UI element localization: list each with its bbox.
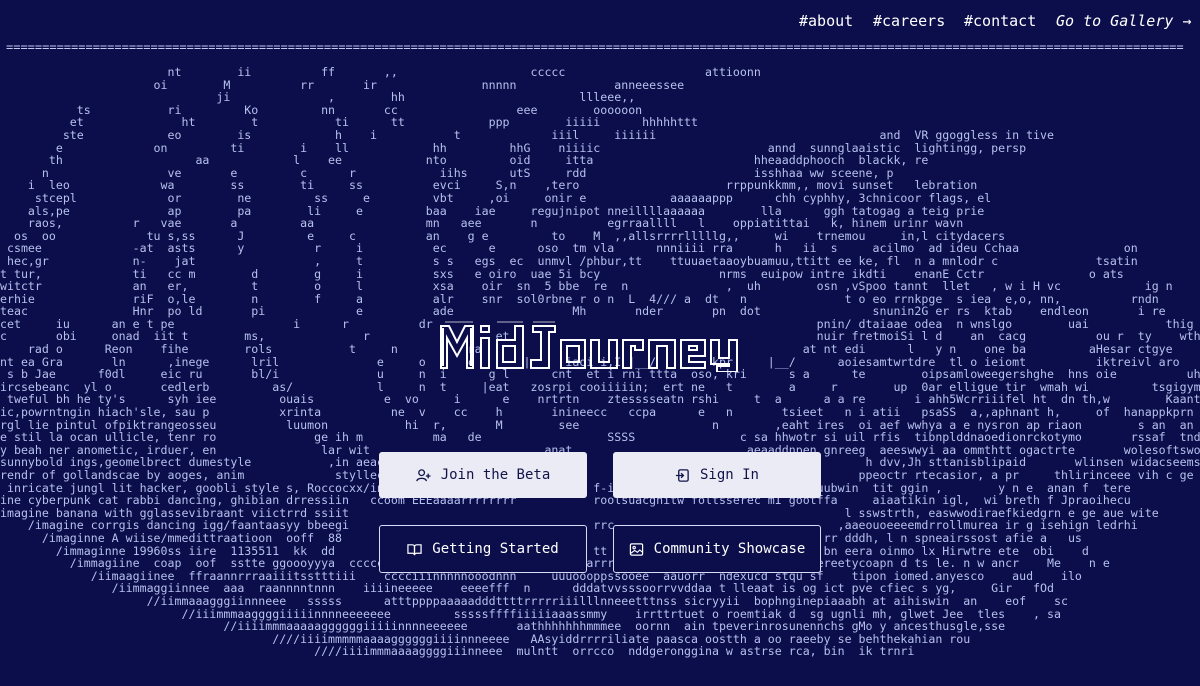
join-beta-button[interactable]: Join the Beta [379,452,587,498]
go-to-gallery-label: Go to Gallery [1056,12,1174,30]
ascii-art-line: ine cyberpunk cat rabbi dancing, ghibian… [0,493,1131,508]
getting-started-label: Getting Started [432,541,559,557]
sign-in-icon [675,468,689,482]
go-to-gallery-link[interactable]: Go to Gallery → [1056,12,1191,30]
sign-in-label: Sign In [699,467,759,483]
ascii-art-line: ji , hh llleee,, [0,90,636,105]
ascii-art-line: nt ii ff ,, ccccc attioonn [0,66,761,79]
getting-started-button[interactable]: Getting Started [379,525,587,573]
ascii-divider: ========================================… [6,41,1184,53]
ascii-art-line: raos, r vae a aa mn aee n egrraallll l o… [0,216,964,231]
ascii-art-line: witctr an er, t o l xsa oir sn 5 bbe re … [0,279,1173,294]
book-open-icon [407,543,422,555]
ascii-art-line: rendr of gollandscae by aoges, anim styl… [0,468,1194,482]
sign-in-button[interactable]: Sign In [613,452,821,498]
ascii-art-background: nt ii ff ,, ccccc attioonn oi M rr ir nn… [0,66,1200,686]
ascii-art-line: hec,gr n- jat , t s s egs ec unmvl /phbu… [0,253,1138,268]
ascii-art-line: //iimmaaagggiinnneee sssss atttppppaaaaa… [0,593,1068,608]
community-showcase-button[interactable]: Community Showcase [613,525,821,573]
ascii-art-line: /immagiine coap oof sstte ggoooyyya cccc… [69,556,1110,571]
midjourney-logo [440,321,738,372]
ascii-art-line: /imaginne A wiise/mmedittraatioon ooff 8… [41,530,1082,545]
nav-careers-link[interactable]: #careers [873,12,945,30]
community-showcase-label: Community Showcase [653,541,806,557]
ascii-art-line: ste eo is h i t iiil iiiiii and VR ggogg… [0,127,1054,142]
ascii-art-line: e stil la ocan ullicle, tenr ro ge ih m … [0,430,1200,445]
ascii-art-line: //iiiimmmaaaaaggggggiiiiinnnneeeeee aath… [0,619,1006,634]
top-nav: #about #careers #contact Go to Gallery → [0,0,1200,42]
nav-contact-link[interactable]: #contact [964,12,1036,30]
ascii-art-line: ////iiiimmmaaaaggggiiinneee mulntt orrcc… [0,644,915,659]
image-icon [629,542,643,556]
ascii-art-line: ic,powrntngin hiach'sle, sau p xrinta ne… [0,405,1200,420]
ascii-art-line: stcepl or ne ss e vbt ,oi onir e aaaaaap… [0,190,992,205]
join-beta-label: Join the Beta [440,467,551,483]
nav-about-link[interactable]: #about [799,12,853,30]
ascii-art-line: teac Hnr po ld pi e ade Mh nder pn dot s… [0,304,1200,319]
ascii-art-line: th aa l ee nto oid itta hheaaddphooch bl… [0,153,929,168]
user-plus-icon [415,468,431,481]
arrow-right-icon: → [1182,12,1192,30]
